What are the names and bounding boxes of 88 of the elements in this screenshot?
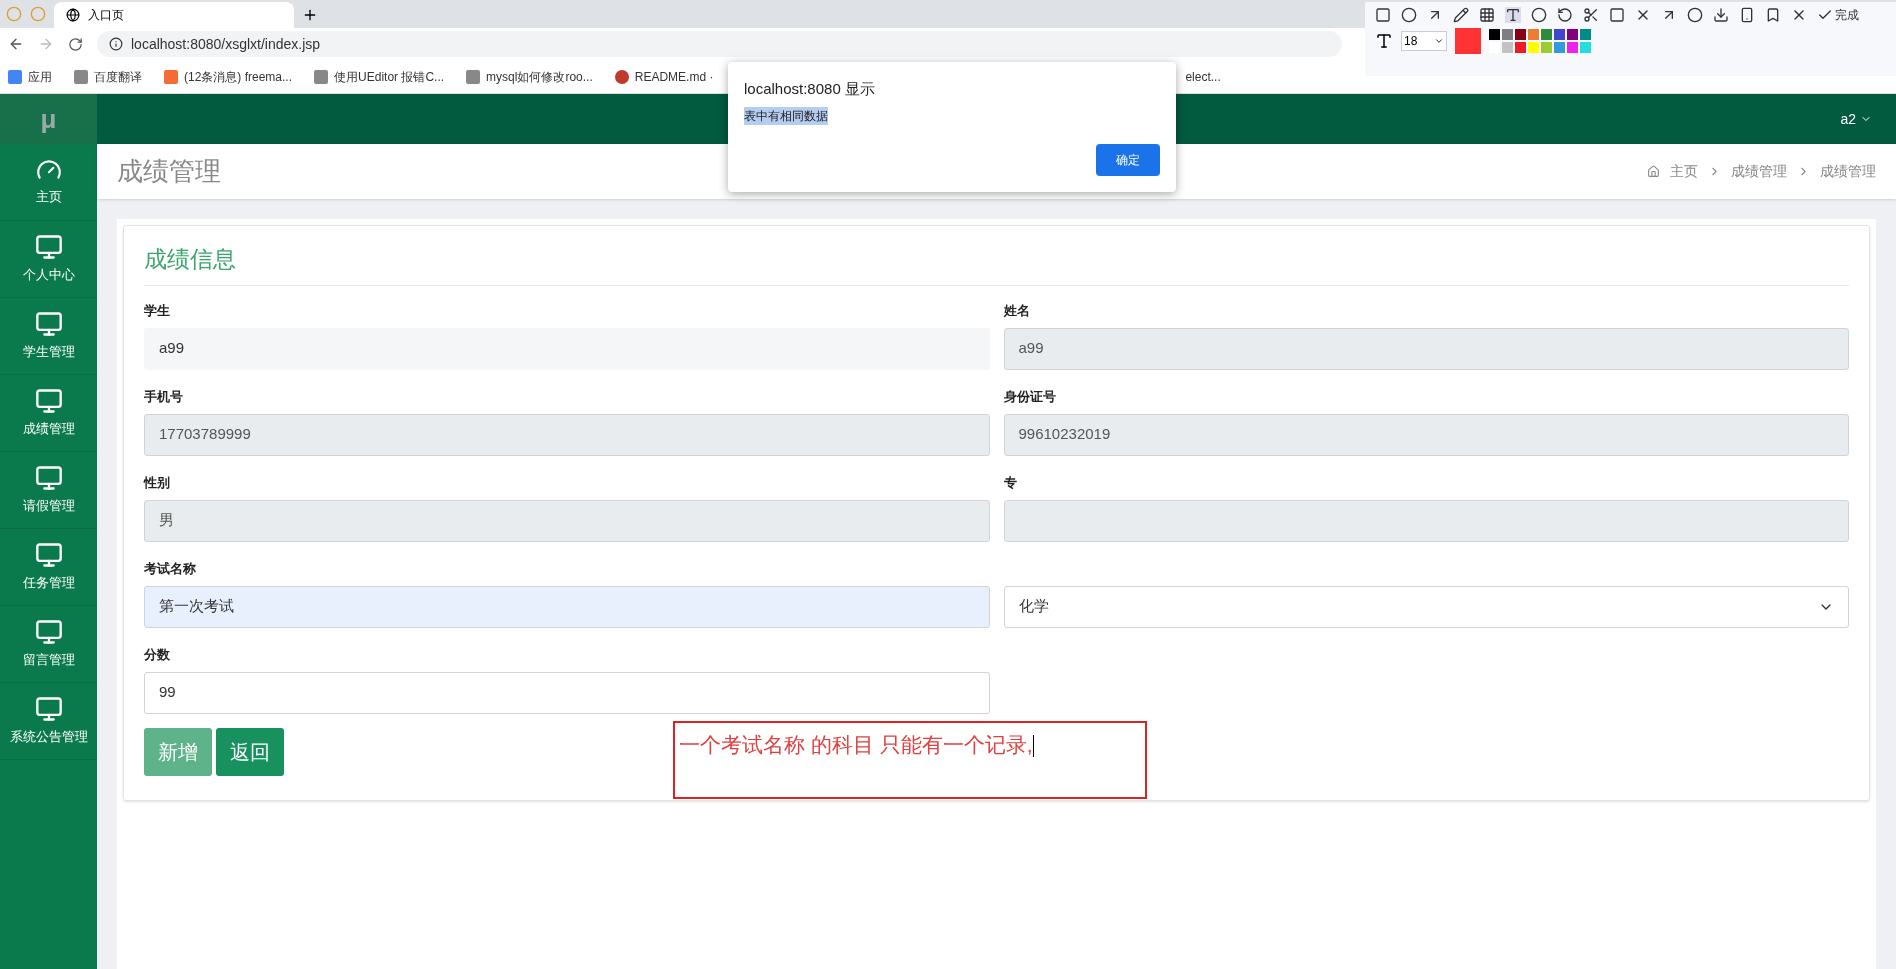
- done-button[interactable]: 完成: [1817, 6, 1859, 24]
- breadcrumb-link[interactable]: 成绩管理: [1731, 161, 1787, 182]
- monitor-icon: [34, 310, 63, 339]
- bookmark-favicon-icon: [314, 69, 329, 84]
- color-swatch[interactable]: [1580, 29, 1591, 40]
- bookmark-link[interactable]: (12条消息) freema...: [164, 67, 293, 86]
- input-field[interactable]: a99: [144, 327, 990, 370]
- current-color-swatch[interactable]: [1455, 28, 1481, 54]
- color-swatch[interactable]: [1554, 42, 1565, 53]
- color-swatch[interactable]: [1528, 29, 1539, 40]
- monitor-icon: [34, 618, 63, 647]
- font-icon: [1375, 32, 1393, 50]
- field-label: 身份证号: [1003, 388, 1056, 404]
- form-title: 成绩信息: [144, 242, 1849, 286]
- info-icon: [109, 37, 123, 51]
- color-swatch[interactable]: [1554, 29, 1565, 40]
- bookmark-favicon-icon: [164, 69, 178, 84]
- bookmark-favicon-icon: [74, 69, 88, 84]
- input-field[interactable]: 男: [144, 499, 990, 542]
- breadcrumb-link[interactable]: 主页: [1670, 161, 1698, 182]
- field-label: 姓名: [1003, 302, 1030, 318]
- color-swatch[interactable]: [1528, 42, 1539, 53]
- input-field[interactable]: 17703789999: [144, 413, 990, 456]
- color-swatch[interactable]: [1515, 42, 1526, 53]
- color-swatch[interactable]: [1567, 42, 1578, 53]
- field-label: 学生: [144, 302, 170, 318]
- user-menu[interactable]: a2: [1840, 108, 1872, 130]
- logo: μ: [0, 94, 97, 144]
- color-swatch[interactable]: [1541, 29, 1552, 40]
- dialog-message: 表中有相同数据: [744, 106, 828, 125]
- bookmark-link[interactable]: 使用UEditor 报错C...: [314, 67, 445, 86]
- ellipse-tool-icon[interactable]: [1401, 7, 1417, 23]
- field-label: 专: [1003, 474, 1017, 490]
- bookmark-favicon-icon: [8, 69, 22, 84]
- monitor-icon: [34, 695, 63, 724]
- input-field[interactable]: 第一次考试: [144, 585, 990, 628]
- field-label: 分数: [144, 646, 170, 662]
- caret-icon: [1434, 36, 1444, 46]
- annotation-box: 一个考试名称 的科目 只能有一个记录,: [673, 720, 1147, 799]
- monitor-icon: [34, 541, 63, 570]
- bookmark-icon[interactable]: [1765, 7, 1781, 23]
- color-swatch[interactable]: [1567, 29, 1578, 40]
- page-title: 成绩管理: [117, 155, 221, 188]
- address-field[interactable]: localhost:8080/xsglxt/index.jsp: [97, 31, 1342, 57]
- field-label: 性别: [144, 474, 170, 490]
- new-tab-icon[interactable]: [302, 7, 318, 23]
- phone-icon[interactable]: [1739, 7, 1755, 23]
- color-swatch[interactable]: [1489, 29, 1500, 40]
- color-swatch[interactable]: [1541, 42, 1552, 53]
- rectangle-tool-icon[interactable]: [1375, 7, 1391, 23]
- bookmark-link[interactable]: elect...: [1185, 67, 1221, 86]
- dialog-title: localhost:8080 显示: [744, 79, 876, 99]
- globe-icon: [66, 8, 80, 22]
- browser-tab[interactable]: 入口页: [54, 2, 294, 28]
- color-swatch[interactable]: [1580, 42, 1591, 53]
- scissors-icon[interactable]: [1583, 7, 1599, 23]
- color-swatch[interactable]: [1502, 42, 1513, 53]
- ok-button[interactable]: 确定: [1096, 144, 1160, 176]
- home-icon: [1647, 165, 1660, 178]
- font-size-select[interactable]: 18: [1401, 31, 1447, 51]
- color-swatch[interactable]: [1515, 29, 1526, 40]
- field-label: 手机号: [144, 388, 183, 404]
- field-label: 考试名称: [144, 560, 196, 576]
- back-button[interactable]: 返回: [216, 727, 284, 776]
- text-cursor-icon: [1032, 734, 1034, 757]
- input-field[interactable]: 99610232019: [1003, 413, 1849, 456]
- monitor-icon: [34, 387, 63, 416]
- undo-icon[interactable]: [1557, 7, 1573, 23]
- bookmark-favicon-icon: [466, 69, 481, 84]
- text-tool-icon[interactable]: [1505, 7, 1521, 23]
- pencil-tool-icon[interactable]: [1453, 7, 1469, 23]
- breadcrumb-link[interactable]: 成绩管理: [1820, 161, 1876, 182]
- monitor-icon: [34, 464, 63, 493]
- reload-icon[interactable]: [68, 36, 83, 52]
- bookmark-favicon-icon: [614, 69, 629, 84]
- color-swatch[interactable]: [1502, 29, 1513, 40]
- bookmark-link[interactable]: README.md ·: [614, 67, 714, 86]
- download-icon[interactable]: [1713, 7, 1729, 23]
- input-field[interactable]: [1003, 499, 1849, 542]
- bookmark-link[interactable]: mysql如何修改roo...: [466, 67, 593, 86]
- back-icon[interactable]: [8, 36, 24, 52]
- input-field[interactable]: 99: [144, 671, 990, 714]
- input-field[interactable]: a99: [1003, 327, 1849, 370]
- bookmark-link[interactable]: 应用: [8, 67, 52, 86]
- monitor-icon: [34, 233, 63, 262]
- bookmark-link[interactable]: 百度翻译: [74, 67, 142, 86]
- forward-icon[interactable]: [38, 36, 54, 52]
- select-field[interactable]: 化学: [1003, 585, 1849, 628]
